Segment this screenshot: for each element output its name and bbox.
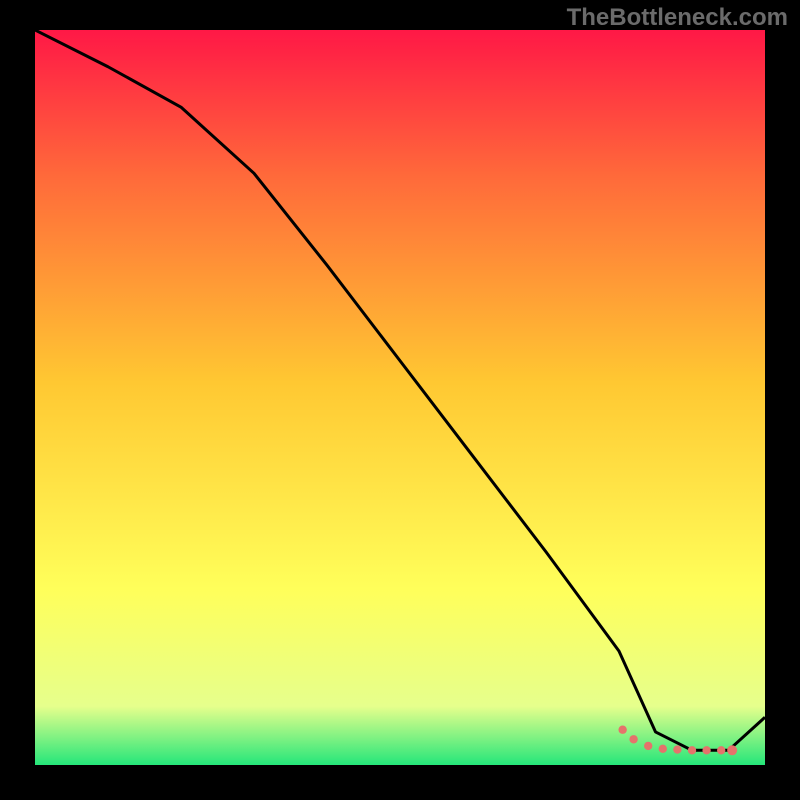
dotted-marker (702, 746, 710, 754)
dotted-marker (688, 746, 696, 754)
chart-svg (35, 30, 765, 765)
end-marker (727, 745, 737, 755)
dotted-marker (659, 745, 667, 753)
dotted-marker (644, 742, 652, 750)
dotted-marker (618, 726, 626, 734)
dotted-marker (629, 735, 637, 743)
dotted-marker (673, 745, 681, 753)
plot-area (35, 30, 765, 765)
dotted-marker (717, 746, 725, 754)
chart-container: TheBottleneck.com (0, 0, 800, 800)
chart-background (35, 30, 765, 765)
watermark-text: TheBottleneck.com (567, 4, 788, 32)
